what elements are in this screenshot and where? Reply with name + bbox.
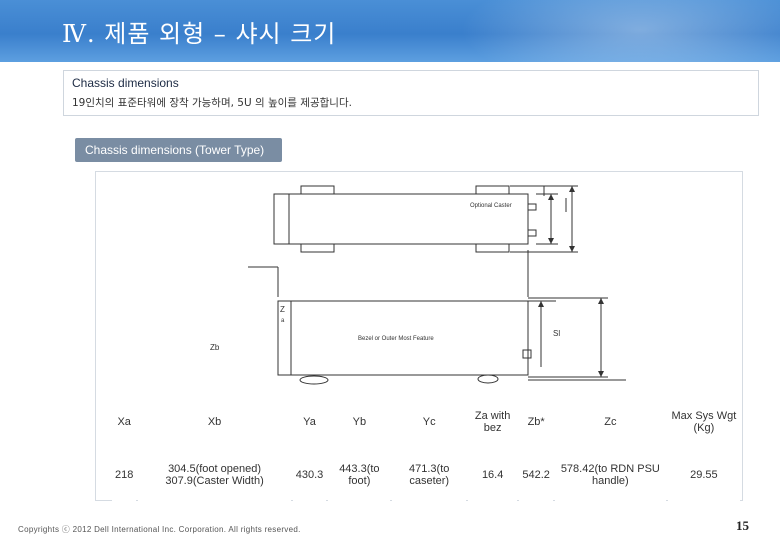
info-subtitle: 19인치의 표준타워에 장착 가능하며, 5U 의 높이를 제공합니다.: [72, 97, 352, 109]
label-a: a: [281, 318, 285, 324]
header-cell: Zc: [554, 400, 666, 444]
value-cell: 29.55: [667, 446, 740, 504]
info-title: Chassis dimensions: [72, 76, 179, 90]
label-caster: Optional Caster: [470, 203, 512, 209]
header-cell: Xb: [138, 400, 291, 444]
caster-bottom-left: [300, 243, 335, 253]
foot-right: [527, 203, 537, 211]
page-number: 15: [736, 518, 749, 533]
chassis-top-view: [273, 193, 529, 245]
header-cell: Yc: [392, 400, 466, 444]
table-row: 218 304.5(foot opened) 307.9(Caster Widt…: [112, 446, 740, 504]
caster-wheel-right: [477, 374, 499, 384]
header-cell: Xa: [112, 400, 137, 444]
title-glow: [460, 0, 780, 62]
header-cell: Max Sys Wgt (Kg): [667, 400, 740, 444]
header-cell: Ya: [292, 400, 327, 444]
value-cell: 304.5(foot opened) 307.9(Caster Width): [138, 446, 291, 504]
value-cell: 542.2: [519, 446, 553, 504]
value-cell: 578.42(to RDN PSU handle): [554, 446, 666, 504]
header-cell: Za with bez: [467, 400, 518, 444]
title-bar: Ⅳ. 제품 외형 – 샤시 크기: [0, 0, 780, 62]
label-bezel: Bezel or Outer Most Feature: [358, 336, 434, 342]
dimensions-table: Xa Xb Ya Yb Yc Za with bez Zb* Zc Max Sy…: [110, 398, 742, 506]
value-cell: 471.3(to caseter): [392, 446, 466, 504]
header-cell: Yb: [328, 400, 391, 444]
value-cell: 430.3: [292, 446, 327, 504]
copyright-footer: Copyrights ⓒ 2012 Dell International Inc…: [18, 525, 301, 534]
caster-wheel-left: [299, 375, 329, 385]
info-box: Chassis dimensions 19인치의 표준타워에 장착 가능하며, …: [63, 70, 759, 116]
value-cell: 218: [112, 446, 137, 504]
label-zb: Zb: [210, 343, 220, 352]
caster-top-right: [475, 185, 510, 195]
table-header-row: Xa Xb Ya Yb Yc Za with bez Zb* Zc Max Sy…: [112, 400, 740, 444]
header-cell: Zb*: [519, 400, 553, 444]
caster-top-left: [300, 185, 335, 195]
page-title: Ⅳ. 제품 외형 – 샤시 크기: [62, 20, 337, 48]
label-sl: Sl: [553, 329, 560, 338]
caster-bottom-right: [475, 243, 510, 253]
section-label: Chassis dimensions (Tower Type): [75, 138, 282, 162]
chassis-drawing: Optional Caster Bezel or Outer Most Feat…: [210, 185, 626, 385]
label-z: Z: [280, 305, 285, 314]
value-cell: 443.3(to foot): [328, 446, 391, 504]
value-cell: 16.4: [467, 446, 518, 504]
handle-right: [522, 349, 532, 359]
